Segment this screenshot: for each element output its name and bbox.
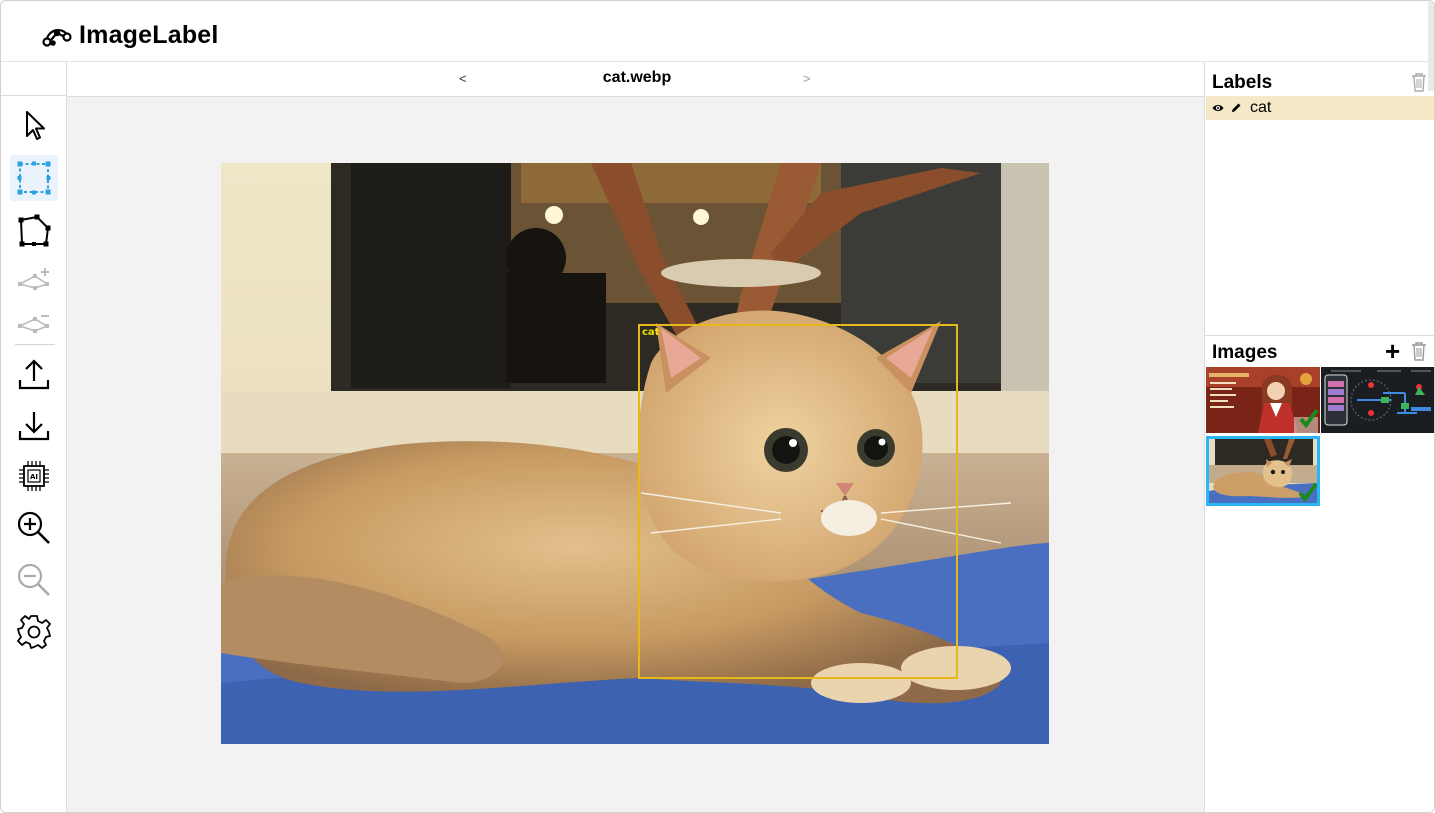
download-button[interactable] bbox=[10, 403, 58, 449]
nodes-logo-icon bbox=[42, 28, 72, 47]
thumbnail-cat[interactable] bbox=[1206, 436, 1320, 506]
select-tool-button[interactable] bbox=[10, 102, 58, 148]
annotated-check-icon bbox=[1299, 408, 1319, 429]
add-image-button[interactable]: + bbox=[1385, 338, 1400, 364]
eye-icon[interactable] bbox=[1212, 102, 1224, 114]
delete-image-icon[interactable] bbox=[1411, 341, 1427, 361]
annotation-canvas[interactable]: cat bbox=[67, 97, 1204, 812]
cursor-icon bbox=[26, 111, 45, 140]
images-title: Images bbox=[1212, 342, 1278, 363]
app-name: ImageLabel bbox=[79, 21, 219, 49]
label-name: cat bbox=[1250, 99, 1272, 116]
annotated-check-icon bbox=[1298, 482, 1317, 503]
window-scrollbar[interactable] bbox=[1428, 1, 1434, 91]
next-image-button[interactable]: > bbox=[803, 71, 811, 86]
settings-button[interactable] bbox=[10, 609, 58, 655]
zoom-in-icon bbox=[17, 511, 50, 544]
zoom-out-button[interactable] bbox=[10, 557, 58, 603]
thumbnail-diagram[interactable] bbox=[1321, 367, 1434, 433]
annotation-box[interactable]: cat bbox=[638, 324, 958, 679]
delete-labels-icon[interactable] bbox=[1411, 72, 1427, 92]
rectangle-tool-button[interactable] bbox=[10, 155, 58, 201]
brand: ImageLabel bbox=[41, 21, 219, 50]
app-header: ImageLabel bbox=[1, 1, 1434, 62]
remove-point-icon bbox=[17, 315, 49, 333]
app-window: ImageLabel AI < cat.webp > cat Labels ca… bbox=[0, 0, 1435, 813]
remove-point-button[interactable] bbox=[10, 302, 58, 348]
file-nav-bar: < cat.webp > bbox=[67, 62, 1204, 97]
zoom-in-button[interactable] bbox=[10, 505, 58, 551]
add-point-button[interactable] bbox=[10, 258, 58, 304]
upload-icon bbox=[18, 359, 50, 390]
thumbnail-anime[interactable] bbox=[1206, 367, 1320, 433]
polygon-tool-button[interactable] bbox=[10, 208, 58, 254]
svg-text:AI: AI bbox=[30, 473, 38, 481]
labels-title: Labels bbox=[1212, 72, 1273, 93]
prev-image-button[interactable]: < bbox=[459, 71, 467, 86]
thumbnail-diagram-image bbox=[1321, 367, 1434, 433]
add-point-icon bbox=[17, 268, 49, 290]
upload-button[interactable] bbox=[10, 352, 58, 398]
pencil-icon[interactable] bbox=[1230, 102, 1242, 114]
annotation-label: cat bbox=[642, 327, 660, 338]
rectangle-tool-icon bbox=[17, 161, 51, 195]
file-title: cat.webp bbox=[602, 69, 672, 86]
ai-chip-icon: AI bbox=[19, 461, 49, 491]
download-icon bbox=[18, 412, 50, 441]
ai-annotate-button[interactable]: AI bbox=[10, 453, 58, 499]
gear-icon bbox=[17, 615, 51, 649]
zoom-out-icon bbox=[17, 563, 50, 596]
polygon-tool-icon bbox=[18, 214, 51, 247]
toolbar: AI bbox=[1, 62, 67, 812]
right-panel: Labels cat Images + bbox=[1204, 62, 1434, 812]
label-item-cat[interactable]: cat bbox=[1206, 96, 1434, 120]
